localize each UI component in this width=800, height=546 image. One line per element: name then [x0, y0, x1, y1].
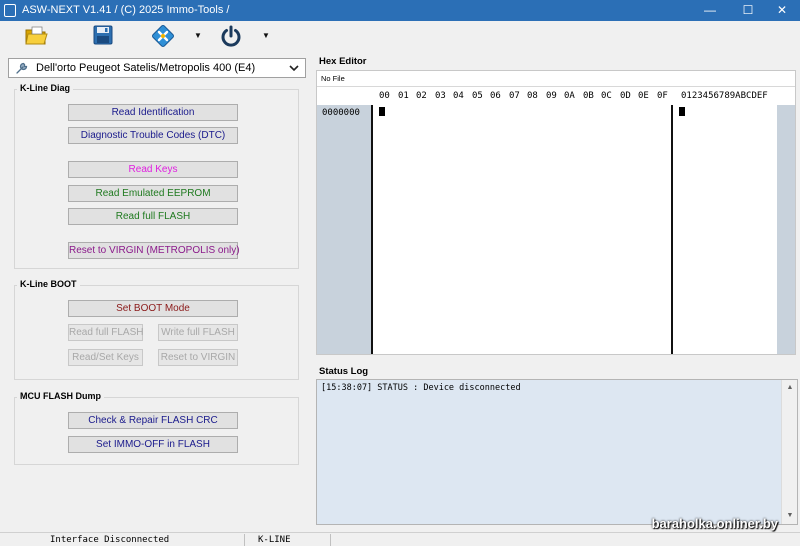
hex-col-04: 04: [453, 91, 464, 101]
boot-read-set-keys-button[interactable]: Read/Set Keys: [68, 349, 143, 366]
hex-col-0a: 0A: [564, 91, 575, 101]
kline-boot-title: K-Line BOOT: [17, 279, 80, 289]
window-title: ASW-NEXT V1.41 / (C) 2025 Immo-Tools /: [22, 4, 230, 16]
hex-col-01: 01: [398, 91, 409, 101]
hex-col-0f: 0F: [657, 91, 668, 101]
status-bar: Interface Disconnected K-LINE: [0, 532, 800, 546]
chevron-down-icon: [289, 65, 299, 72]
hex-col-03: 03: [435, 91, 446, 101]
hex-editor-title: Hex Editor: [319, 56, 367, 67]
hex-ascii-header: 0123456789ABCDEF: [681, 91, 768, 101]
floppy-disk-icon: [93, 25, 113, 45]
hex-col-06: 06: [490, 91, 501, 101]
status-log-entry: [15:38:07] STATUS : Device disconnected: [321, 383, 521, 393]
title-bar: ASW-NEXT V1.41 / (C) 2025 Immo-Tools / —…: [0, 0, 800, 21]
hex-col-09: 09: [546, 91, 557, 101]
hex-col-0c: 0C: [601, 91, 612, 101]
tools-icon: [152, 25, 174, 47]
status-log-scrollbar[interactable]: ▲ ▼: [781, 380, 797, 524]
status-separator: [244, 534, 245, 546]
hex-editor[interactable]: No File 00 01 02 03 04 05 06 07 08 09 0A…: [316, 70, 796, 355]
hex-col-0b: 0B: [583, 91, 594, 101]
app-icon: [4, 4, 16, 17]
maximize-button[interactable]: ☐: [730, 0, 766, 21]
model-select-value: Dell'orto Peugeot Satelis/Metropolis 400…: [36, 62, 256, 74]
status-separator: [330, 534, 331, 546]
check-repair-crc-button[interactable]: Check & Repair FLASH CRC: [68, 412, 238, 429]
hex-offset-column: 0000000: [317, 105, 373, 354]
read-keys-button[interactable]: Read Keys: [68, 161, 238, 178]
hex-ascii-field: [675, 105, 777, 354]
hex-file-name: No File: [317, 71, 795, 87]
mcu-flash-dump-title: MCU FLASH Dump: [17, 391, 104, 401]
hex-col-02: 02: [416, 91, 427, 101]
power-dropdown-caret[interactable]: ▼: [262, 31, 270, 40]
read-emulated-eeprom-button[interactable]: Read Emulated EEPROM: [68, 185, 238, 202]
hex-caret: [379, 107, 385, 116]
watermark: baraholka.onliner.by: [651, 516, 778, 531]
open-file-button[interactable]: [24, 24, 48, 50]
hex-col-0d: 0D: [620, 91, 631, 101]
status-log-title: Status Log: [319, 366, 369, 377]
power-icon: [221, 25, 241, 47]
scroll-up-icon[interactable]: ▲: [782, 380, 798, 396]
hex-col-07: 07: [509, 91, 520, 101]
interface-status: Interface Disconnected: [50, 535, 170, 545]
folder-open-icon: [25, 26, 48, 45]
hex-column-header: 00 01 02 03 04 05 06 07 08 09 0A 0B 0C 0…: [317, 87, 795, 105]
read-full-flash-button[interactable]: Read full FLASH: [68, 208, 238, 225]
hex-data-area[interactable]: [375, 105, 673, 354]
read-identification-button[interactable]: Read Identification: [68, 104, 238, 121]
hex-col-08: 08: [527, 91, 538, 101]
tools-dropdown-caret[interactable]: ▼: [194, 31, 202, 40]
hex-offset: 0000000: [322, 108, 360, 118]
boot-reset-virgin-button[interactable]: Reset to VIRGIN: [158, 349, 238, 366]
ascii-caret: [679, 107, 685, 116]
save-file-button[interactable]: [92, 24, 114, 50]
toolbar: ▼ ▼: [0, 21, 800, 53]
wrench-icon: [16, 62, 28, 74]
scroll-down-icon[interactable]: ▼: [782, 508, 798, 524]
kline-diag-title: K-Line Diag: [17, 83, 74, 93]
boot-write-full-flash-button[interactable]: Write full FLASH: [158, 324, 238, 341]
read-dtc-button[interactable]: Diagnostic Trouble Codes (DTC): [68, 127, 238, 144]
close-button[interactable]: ✕: [764, 0, 800, 21]
tools-button[interactable]: [151, 24, 175, 50]
hex-col-05: 05: [472, 91, 483, 101]
hex-col-0e: 0E: [638, 91, 649, 101]
set-boot-mode-button[interactable]: Set BOOT Mode: [68, 300, 238, 317]
hex-ascii-area[interactable]: [675, 105, 795, 354]
minimize-button[interactable]: —: [692, 0, 728, 21]
status-log[interactable]: [15:38:07] STATUS : Device disconnected …: [316, 379, 798, 525]
model-select[interactable]: Dell'orto Peugeot Satelis/Metropolis 400…: [8, 58, 306, 78]
mcu-flash-dump-group: [14, 397, 299, 465]
power-button[interactable]: [219, 24, 243, 50]
protocol-status: K-LINE: [258, 535, 291, 545]
reset-virgin-metropolis-button[interactable]: Reset to VIRGIN (METROPOLIS only): [68, 242, 240, 259]
boot-read-full-flash-button[interactable]: Read full FLASH: [68, 324, 143, 341]
hex-col-00: 00: [379, 91, 390, 101]
set-immo-off-button[interactable]: Set IMMO-OFF in FLASH: [68, 436, 238, 453]
